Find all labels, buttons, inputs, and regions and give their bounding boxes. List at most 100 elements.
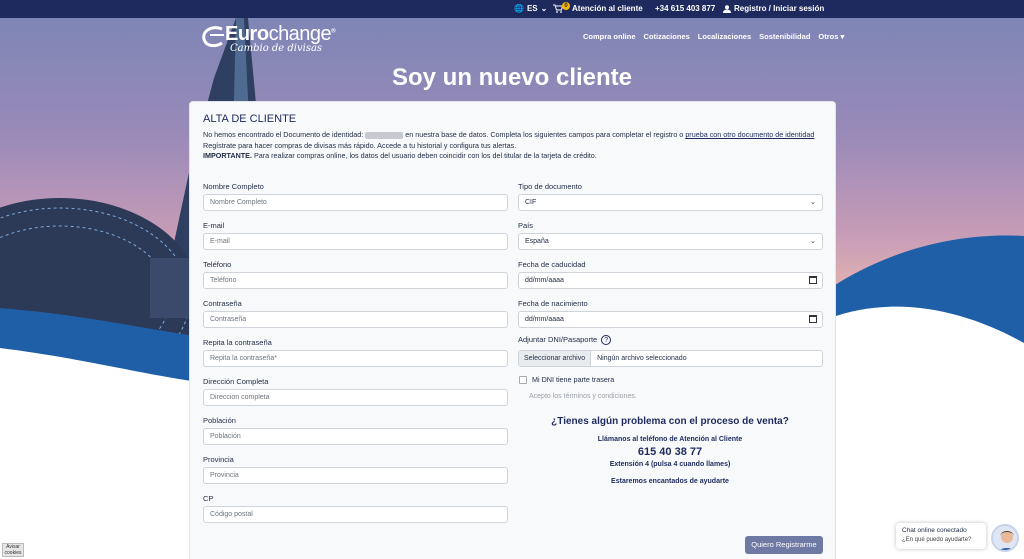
field-email: E-mail E-mail: [203, 221, 508, 250]
help-phone[interactable]: 615 40 38 77: [550, 446, 790, 458]
nav-item-otros-label: Otros: [818, 32, 839, 41]
form-title: ALTA DE CLIENTE: [203, 113, 297, 125]
nav-item-sostenibilidad[interactable]: Sostenibilidad: [759, 32, 810, 41]
field-upload-id: Adjuntar DNI/Pasaporte? Seleccionar arch…: [518, 335, 823, 367]
register-button[interactable]: Quiero Registrarme: [745, 536, 823, 554]
document-type-select[interactable]: CIF ⌄: [518, 194, 823, 211]
phone-label: Teléfono: [203, 260, 232, 269]
chevron-down-icon: ⌄: [810, 238, 816, 245]
expiry-date-value: dd/mm/aaaa: [525, 277, 564, 284]
help-icon[interactable]: ?: [601, 335, 612, 345]
birth-date-input[interactable]: dd/mm/aaaa: [518, 311, 823, 328]
brand-name-bold: Euro: [225, 23, 269, 45]
brand-name-light: change: [268, 23, 332, 45]
logo-swoosh-icon: [202, 26, 224, 48]
caret-down-icon: ▾: [840, 32, 845, 41]
language-label: ES: [526, 4, 538, 13]
birth-date-value: dd/mm/aaaa: [525, 316, 564, 323]
chat-agent-avatar[interactable]: [991, 524, 1019, 552]
birth-date-label: Fecha de nacimiento: [518, 299, 588, 308]
redacted-document-id: [365, 131, 404, 139]
province-label: Provincia: [203, 455, 234, 464]
globe-icon: 🌐: [514, 4, 524, 13]
user-icon: [723, 4, 731, 13]
expiry-date-input[interactable]: dd/mm/aaaa: [518, 272, 823, 289]
chevron-down-icon: ⌄: [540, 4, 548, 13]
terms-text[interactable]: Acepto los términos y condiciones.: [529, 393, 637, 400]
full-name-label: Nombre Completo: [203, 182, 264, 191]
province-input[interactable]: Provincia: [203, 467, 508, 484]
postal-code-input[interactable]: Código postal: [203, 506, 508, 523]
chat-subtitle: ¿En qué puedo ayudarte?: [902, 537, 972, 543]
upload-id-label: Adjuntar DNI/Pasaporte: [518, 335, 598, 344]
country-select[interactable]: España ⌄: [518, 233, 823, 250]
nav-item-otros[interactable]: Otros ▾: [818, 32, 844, 41]
field-birth-date: Fecha de nacimiento dd/mm/aaaa: [518, 299, 823, 328]
document-type-value: CIF: [525, 199, 537, 206]
email-label: E-mail: [203, 221, 225, 230]
field-password: Contraseña Contraseña: [203, 299, 508, 328]
calendar-icon[interactable]: [809, 276, 817, 284]
help-extension: Extensión 4 (pulsa 4 cuando llames): [609, 461, 731, 468]
chat-title: Chat online conectado: [902, 527, 967, 534]
account-link[interactable]: Registro / Iniciar sesión: [723, 4, 824, 13]
chat-widget[interactable]: Chat online conectado ¿En qué puedo ayud…: [896, 523, 986, 549]
field-full-name: Nombre Completo Nombre Completo: [203, 182, 508, 211]
form-intro: No hemos encontrado el Documento de iden…: [203, 130, 823, 162]
account-label: Registro / Iniciar sesión: [734, 4, 825, 13]
field-country: País España ⌄: [518, 221, 823, 250]
top-bar: 🌐 ES ⌄ 0 Atención al cliente +34 615 403…: [0, 0, 1024, 18]
password-label: Contraseña: [203, 299, 242, 308]
select-file-button[interactable]: Seleccionar archivo: [519, 351, 592, 366]
cart-count-badge: 0: [562, 1, 570, 10]
calendar-icon[interactable]: [809, 315, 817, 323]
nav-item-compra-online[interactable]: Compra online: [583, 32, 636, 41]
language-selector[interactable]: 🌐 ES ⌄: [514, 4, 547, 13]
intro-line-3: IMPORTANTE. Para realizar compras online…: [203, 151, 823, 162]
field-province: Provincia Provincia: [203, 455, 508, 484]
postal-code-label: CP: [203, 494, 214, 503]
nav-item-cotizaciones[interactable]: Cotizaciones: [644, 32, 690, 41]
checkbox-box[interactable]: [519, 375, 527, 384]
intro-text-3: Para realizar compras online, los datos …: [253, 151, 597, 161]
email-input[interactable]: E-mail: [203, 233, 508, 250]
file-input[interactable]: Seleccionar archivo Ningún archivo selec…: [518, 350, 823, 367]
phone-link[interactable]: +34 615 403 877: [655, 4, 715, 13]
field-town: Población Población: [203, 416, 508, 445]
upload-id-label-row: Adjuntar DNI/Pasaporte?: [518, 335, 823, 350]
password-input[interactable]: Contraseña: [203, 311, 508, 328]
repeat-password-label: Repita la contraseña: [203, 338, 272, 347]
help-closing: Estaremos encantados de ayudarte: [611, 478, 729, 485]
customer-service-link[interactable]: Atención al cliente: [572, 4, 643, 13]
important-label: IMPORTANTE.: [203, 151, 252, 161]
intro-text-1a: No hemos encontrado el Documento de iden…: [203, 130, 364, 139]
other-document-link[interactable]: prueba con otro documento de identidad: [685, 130, 814, 139]
field-expiry-date: Fecha de caducidad dd/mm/aaaa: [518, 260, 823, 289]
country-label: País: [518, 221, 534, 230]
help-title: ¿Tienes algún problema con el proceso de…: [551, 416, 789, 427]
cookies-line-2: cookies: [4, 549, 22, 556]
customer-service-label: Atención al cliente: [572, 4, 643, 13]
full-name-input[interactable]: Nombre Completo: [203, 194, 508, 211]
help-box: ¿Tienes algún problema con el proceso de…: [550, 415, 790, 485]
back-side-label: Mi DNI tiene parte trasera: [532, 375, 615, 384]
main-nav: Compra online Cotizaciones Localizacione…: [583, 32, 844, 41]
back-side-checkbox[interactable]: Mi DNI tiene parte trasera: [519, 375, 614, 384]
brand-logo[interactable]: Eurochange® Cambio de divisas: [200, 23, 350, 55]
field-document-type: Tipo de documento CIF ⌄: [518, 182, 823, 211]
cart-button[interactable]: 0: [553, 1, 570, 13]
town-input[interactable]: Población: [203, 428, 508, 445]
phone-input[interactable]: Teléfono: [203, 272, 508, 289]
nav-item-localizaciones[interactable]: Localizaciones: [698, 32, 751, 41]
address-input[interactable]: Direccion completa: [203, 389, 508, 406]
cookies-notice-button[interactable]: Avisar cookies: [2, 543, 24, 557]
document-type-label: Tipo de documento: [518, 182, 582, 191]
phone-label: +34 615 403 877: [655, 4, 716, 13]
registration-card: ALTA DE CLIENTE No hemos encontrado el D…: [189, 101, 836, 559]
brand-tagline: Cambio de divisas: [230, 43, 323, 54]
address-label: Dirección Completa: [203, 377, 269, 386]
town-label: Población: [203, 416, 236, 425]
field-repeat-password: Repita la contraseña Repita la contraseñ…: [203, 338, 508, 367]
repeat-password-input[interactable]: Repita la contraseña*: [203, 350, 508, 367]
field-address: Dirección Completa Direccion completa: [203, 377, 508, 406]
